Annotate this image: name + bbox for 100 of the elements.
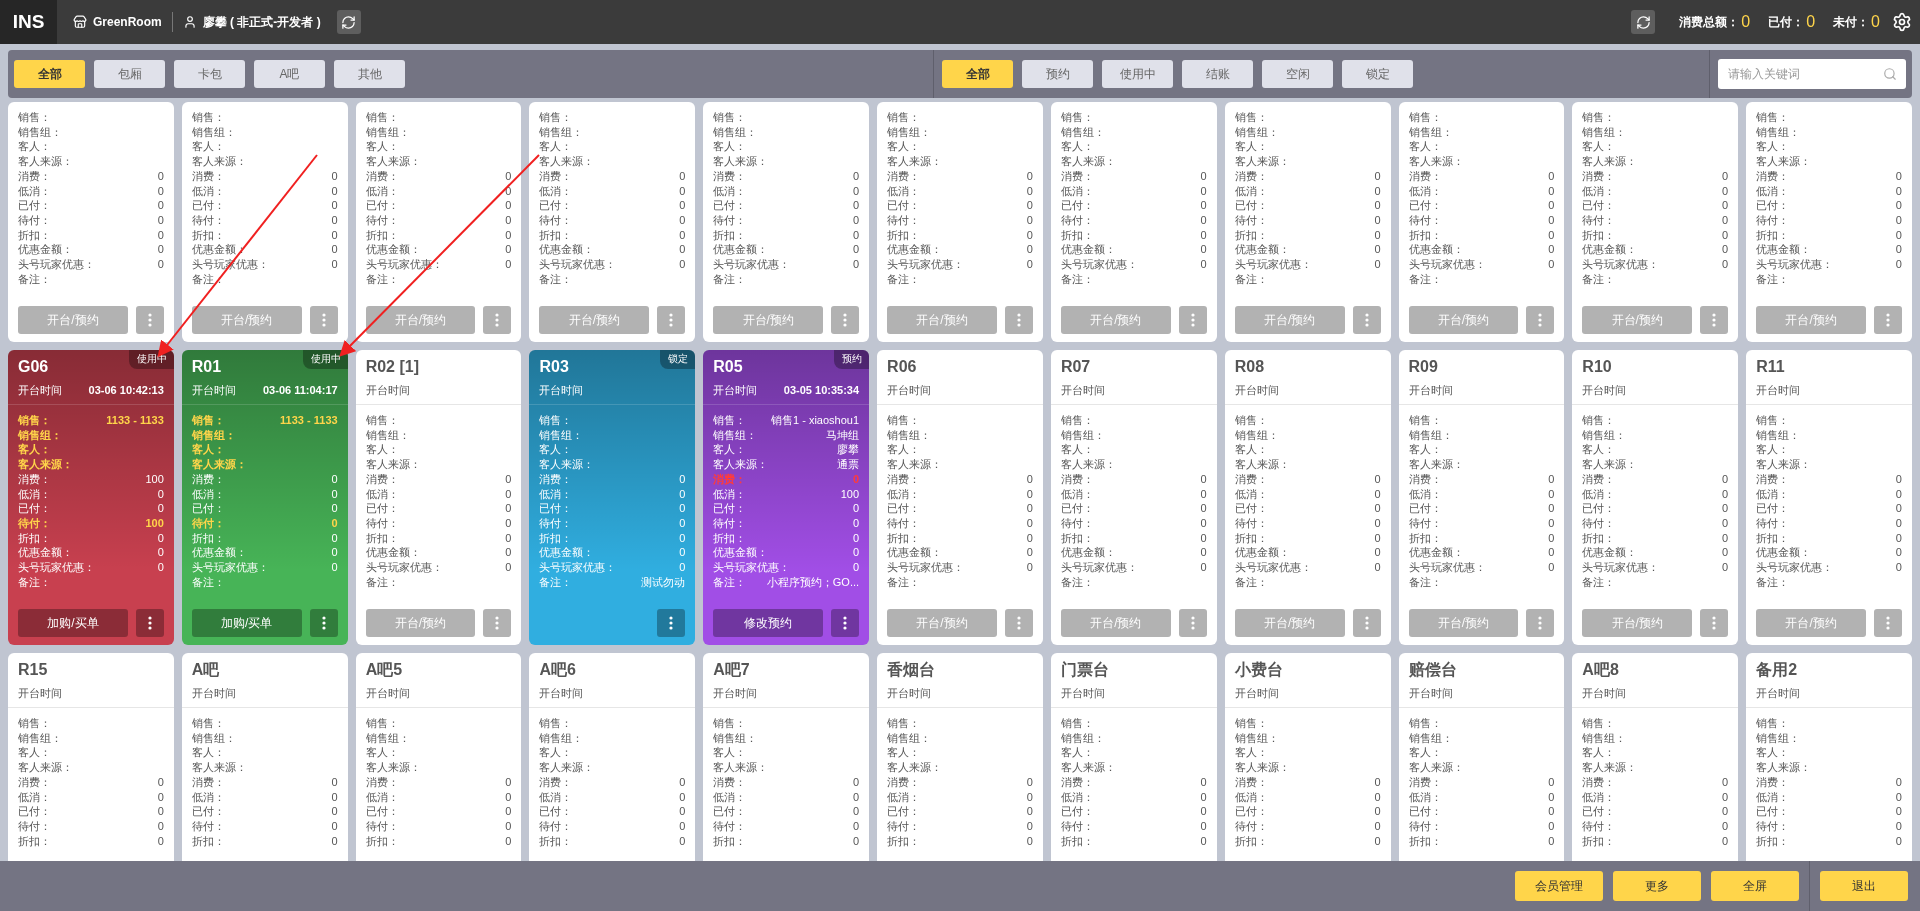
field-label: 已付： — [1234, 501, 1268, 516]
field-value: 0 — [505, 227, 512, 243]
field-label: 备注： — [1234, 271, 1268, 287]
field-label: 头号玩家优惠： — [713, 560, 791, 575]
field-label: 客人来源： — [18, 760, 73, 775]
more-button[interactable] — [657, 609, 686, 637]
field-value: 0 — [1895, 804, 1902, 819]
user-name[interactable]: 廖攀 ( 非正式-开发者 ) — [172, 13, 331, 31]
field-value: 0 — [852, 804, 860, 819]
field-label: 备注： — [1408, 574, 1442, 590]
area-tab[interactable]: 包厢 — [94, 60, 165, 88]
field-label: 已付： — [1582, 198, 1616, 213]
more-button[interactable] — [135, 609, 164, 637]
field-label: 折扣： — [1408, 227, 1442, 243]
field-value: 0 — [1722, 486, 1729, 502]
field-label: 销售： — [191, 716, 225, 731]
field-label: 客人： — [365, 745, 399, 761]
field-value: 0 — [157, 833, 164, 849]
more-button[interactable] — [483, 306, 512, 334]
field-label: 销售组： — [1756, 124, 1801, 140]
field-label: 客人： — [713, 745, 747, 761]
field-value: 0 — [157, 789, 164, 805]
more-button[interactable] — [309, 306, 338, 334]
more-button[interactable] — [831, 609, 860, 637]
field-value: 0 — [1548, 545, 1555, 561]
footer-button[interactable]: 全屏 — [1711, 871, 1799, 901]
action-button[interactable]: 加购/买单 — [191, 609, 302, 637]
more-button[interactable] — [1526, 306, 1555, 334]
field-value: 0 — [1026, 501, 1033, 516]
field-label: 待付： — [539, 515, 573, 531]
more-button[interactable] — [831, 306, 860, 334]
area-tab[interactable]: 卡包 — [174, 60, 245, 88]
more-button[interactable] — [1874, 609, 1902, 637]
status-tab[interactable]: 结账 — [1182, 60, 1253, 88]
field-label: 待付： — [1234, 515, 1268, 531]
more-button[interactable] — [1700, 609, 1729, 637]
open-time-label: 开台时间 — [18, 686, 62, 701]
field-label: 优惠金额： — [1756, 242, 1812, 258]
action-button[interactable]: 修改预约 — [713, 609, 824, 637]
field-value: 0 — [1026, 530, 1033, 546]
more-button[interactable] — [1874, 306, 1902, 334]
status-tab[interactable]: 空闲 — [1262, 60, 1333, 88]
field-label: 客人： — [1408, 139, 1442, 155]
status-tab[interactable]: 预约 — [1022, 60, 1093, 88]
field-label: 消费： — [1060, 168, 1094, 184]
exit-button[interactable]: 退出 — [1820, 871, 1908, 901]
refresh-button[interactable] — [1631, 10, 1656, 34]
more-button[interactable] — [1004, 609, 1033, 637]
field-value: 0 — [1548, 804, 1555, 819]
footer-button[interactable]: 更多 — [1613, 871, 1701, 901]
field-value: 0 — [852, 501, 860, 516]
field-value: 0 — [1200, 183, 1207, 199]
more-button[interactable] — [1352, 306, 1381, 334]
status-tab[interactable]: 锁定 — [1342, 60, 1413, 88]
field-label: 销售组： — [539, 124, 584, 140]
field-label: 消费： — [1234, 471, 1268, 487]
more-button[interactable] — [1004, 306, 1033, 334]
footer-button[interactable]: 会员管理 — [1515, 871, 1603, 901]
more-button[interactable] — [1178, 306, 1207, 334]
more-icon — [1190, 616, 1195, 630]
field-value: 0 — [852, 789, 860, 805]
more-button[interactable] — [483, 609, 512, 637]
search-field[interactable]: 请输入关键词 — [1718, 59, 1906, 89]
field-value: 0 — [1895, 545, 1902, 561]
area-tab[interactable]: 全部 — [14, 60, 85, 88]
field-label: 待付： — [1582, 212, 1616, 228]
more-button[interactable] — [1526, 609, 1555, 637]
more-button[interactable] — [657, 306, 686, 334]
field-label: 已付： — [1756, 501, 1790, 516]
more-button[interactable] — [1700, 306, 1729, 334]
field-label: 待付： — [18, 818, 51, 834]
more-button[interactable] — [309, 609, 338, 637]
status-tab[interactable]: 使用中 — [1102, 60, 1173, 88]
field-label: 折扣： — [713, 530, 747, 546]
field-label: 优惠金额： — [191, 545, 247, 561]
field-label: 待付： — [191, 515, 225, 531]
settings-icon[interactable] — [1892, 12, 1912, 32]
action-button[interactable]: 加购/买单 — [18, 609, 128, 637]
refresh-button[interactable] — [336, 10, 361, 34]
field-label: 头号玩家优惠： — [365, 560, 443, 575]
field-value: 0 — [1895, 530, 1902, 546]
more-button[interactable] — [1352, 609, 1381, 637]
more-icon — [495, 616, 500, 630]
field-value: 0 — [331, 242, 338, 258]
field-label: 消费： — [1582, 168, 1616, 184]
more-button[interactable] — [1178, 609, 1207, 637]
field-value: 通票 — [837, 457, 860, 472]
field-value: 0 — [1548, 183, 1555, 199]
area-tab[interactable]: 其他 — [334, 60, 405, 88]
field-value: 0 — [505, 818, 512, 834]
more-button[interactable] — [135, 306, 164, 334]
field-label: 客人来源： — [191, 457, 247, 472]
field-value: 0 — [1548, 486, 1555, 502]
status-tab[interactable]: 全部 — [942, 60, 1013, 88]
room-name: 备用2 — [1756, 660, 1798, 680]
open-time-label: 开台时间 — [365, 686, 410, 701]
area-tab[interactable]: A吧 — [254, 60, 325, 88]
field-value: 0 — [1548, 212, 1555, 228]
open-time-label: 开台时间 — [1060, 383, 1105, 398]
store-name[interactable]: GreenRoom — [63, 15, 172, 29]
